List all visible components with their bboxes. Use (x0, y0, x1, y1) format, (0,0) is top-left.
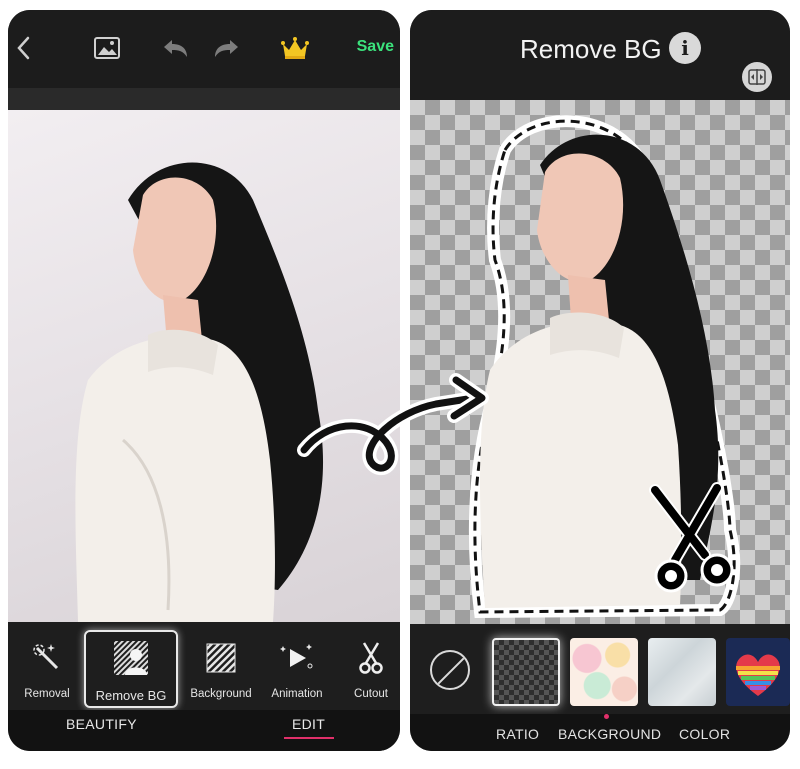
info-icon[interactable]: i (669, 32, 701, 64)
transition-arrow (297, 373, 489, 475)
page-title: Remove BG (520, 34, 662, 64)
tool-label: Animation (271, 688, 323, 700)
redo-icon[interactable] (212, 34, 242, 62)
header: Remove BG i (410, 10, 790, 100)
tab-edit[interactable]: EDIT (292, 716, 325, 732)
photo-canvas[interactable] (8, 110, 400, 622)
remove-bg-icon (111, 638, 151, 678)
bottom-tab-bar: RATIO BACKGROUND COLOR (410, 714, 790, 751)
bg-thumb-transparent[interactable] (492, 638, 560, 706)
transparent-canvas[interactable] (410, 100, 790, 624)
active-tab-indicator (604, 714, 609, 719)
striped-square-icon (201, 638, 241, 678)
back-arrow-icon[interactable] (12, 34, 34, 62)
save-button[interactable]: Save (357, 38, 394, 56)
bg-thumb-pastel[interactable] (570, 638, 638, 706)
background-picker (410, 624, 790, 714)
tab-ratio[interactable]: RATIO (496, 726, 539, 742)
tool-strip: Removal Remove BG Background Animation C… (8, 622, 400, 717)
tab-color[interactable]: COLOR (679, 726, 730, 742)
tool-animation[interactable]: Animation (258, 632, 336, 710)
tool-removal[interactable]: Removal (8, 632, 86, 710)
tool-cutout[interactable]: Cutout (334, 632, 400, 710)
tool-remove-bg[interactable]: Remove BG (84, 630, 178, 708)
magic-wand-icon (27, 638, 67, 678)
no-background-button[interactable] (430, 650, 470, 690)
undo-icon[interactable] (160, 34, 190, 62)
top-toolbar: Save (8, 10, 400, 88)
tool-label: Background (190, 688, 252, 700)
bg-thumb-rainbow-heart[interactable] (726, 638, 790, 706)
compare-icon[interactable] (742, 62, 772, 92)
play-sparkle-icon (277, 638, 317, 678)
active-tab-indicator (284, 737, 334, 739)
scissors-icon (649, 482, 734, 593)
toolbar-divider (8, 88, 400, 110)
crown-icon[interactable] (280, 34, 310, 62)
tool-label: Remove BG (95, 688, 167, 703)
tab-beautify[interactable]: BEAUTIFY (66, 716, 137, 732)
tool-background[interactable]: Background (182, 632, 260, 710)
scissors-icon (351, 638, 391, 678)
tool-label: Removal (24, 688, 70, 700)
tab-background[interactable]: BACKGROUND (558, 726, 661, 742)
bg-thumb-texture[interactable] (648, 638, 716, 706)
heart-icon (736, 654, 780, 696)
gallery-icon[interactable] (94, 34, 120, 62)
bottom-tab-bar: BEAUTIFY EDIT (8, 710, 400, 751)
portrait-photo (75, 162, 324, 622)
tool-label: Cutout (354, 688, 388, 700)
